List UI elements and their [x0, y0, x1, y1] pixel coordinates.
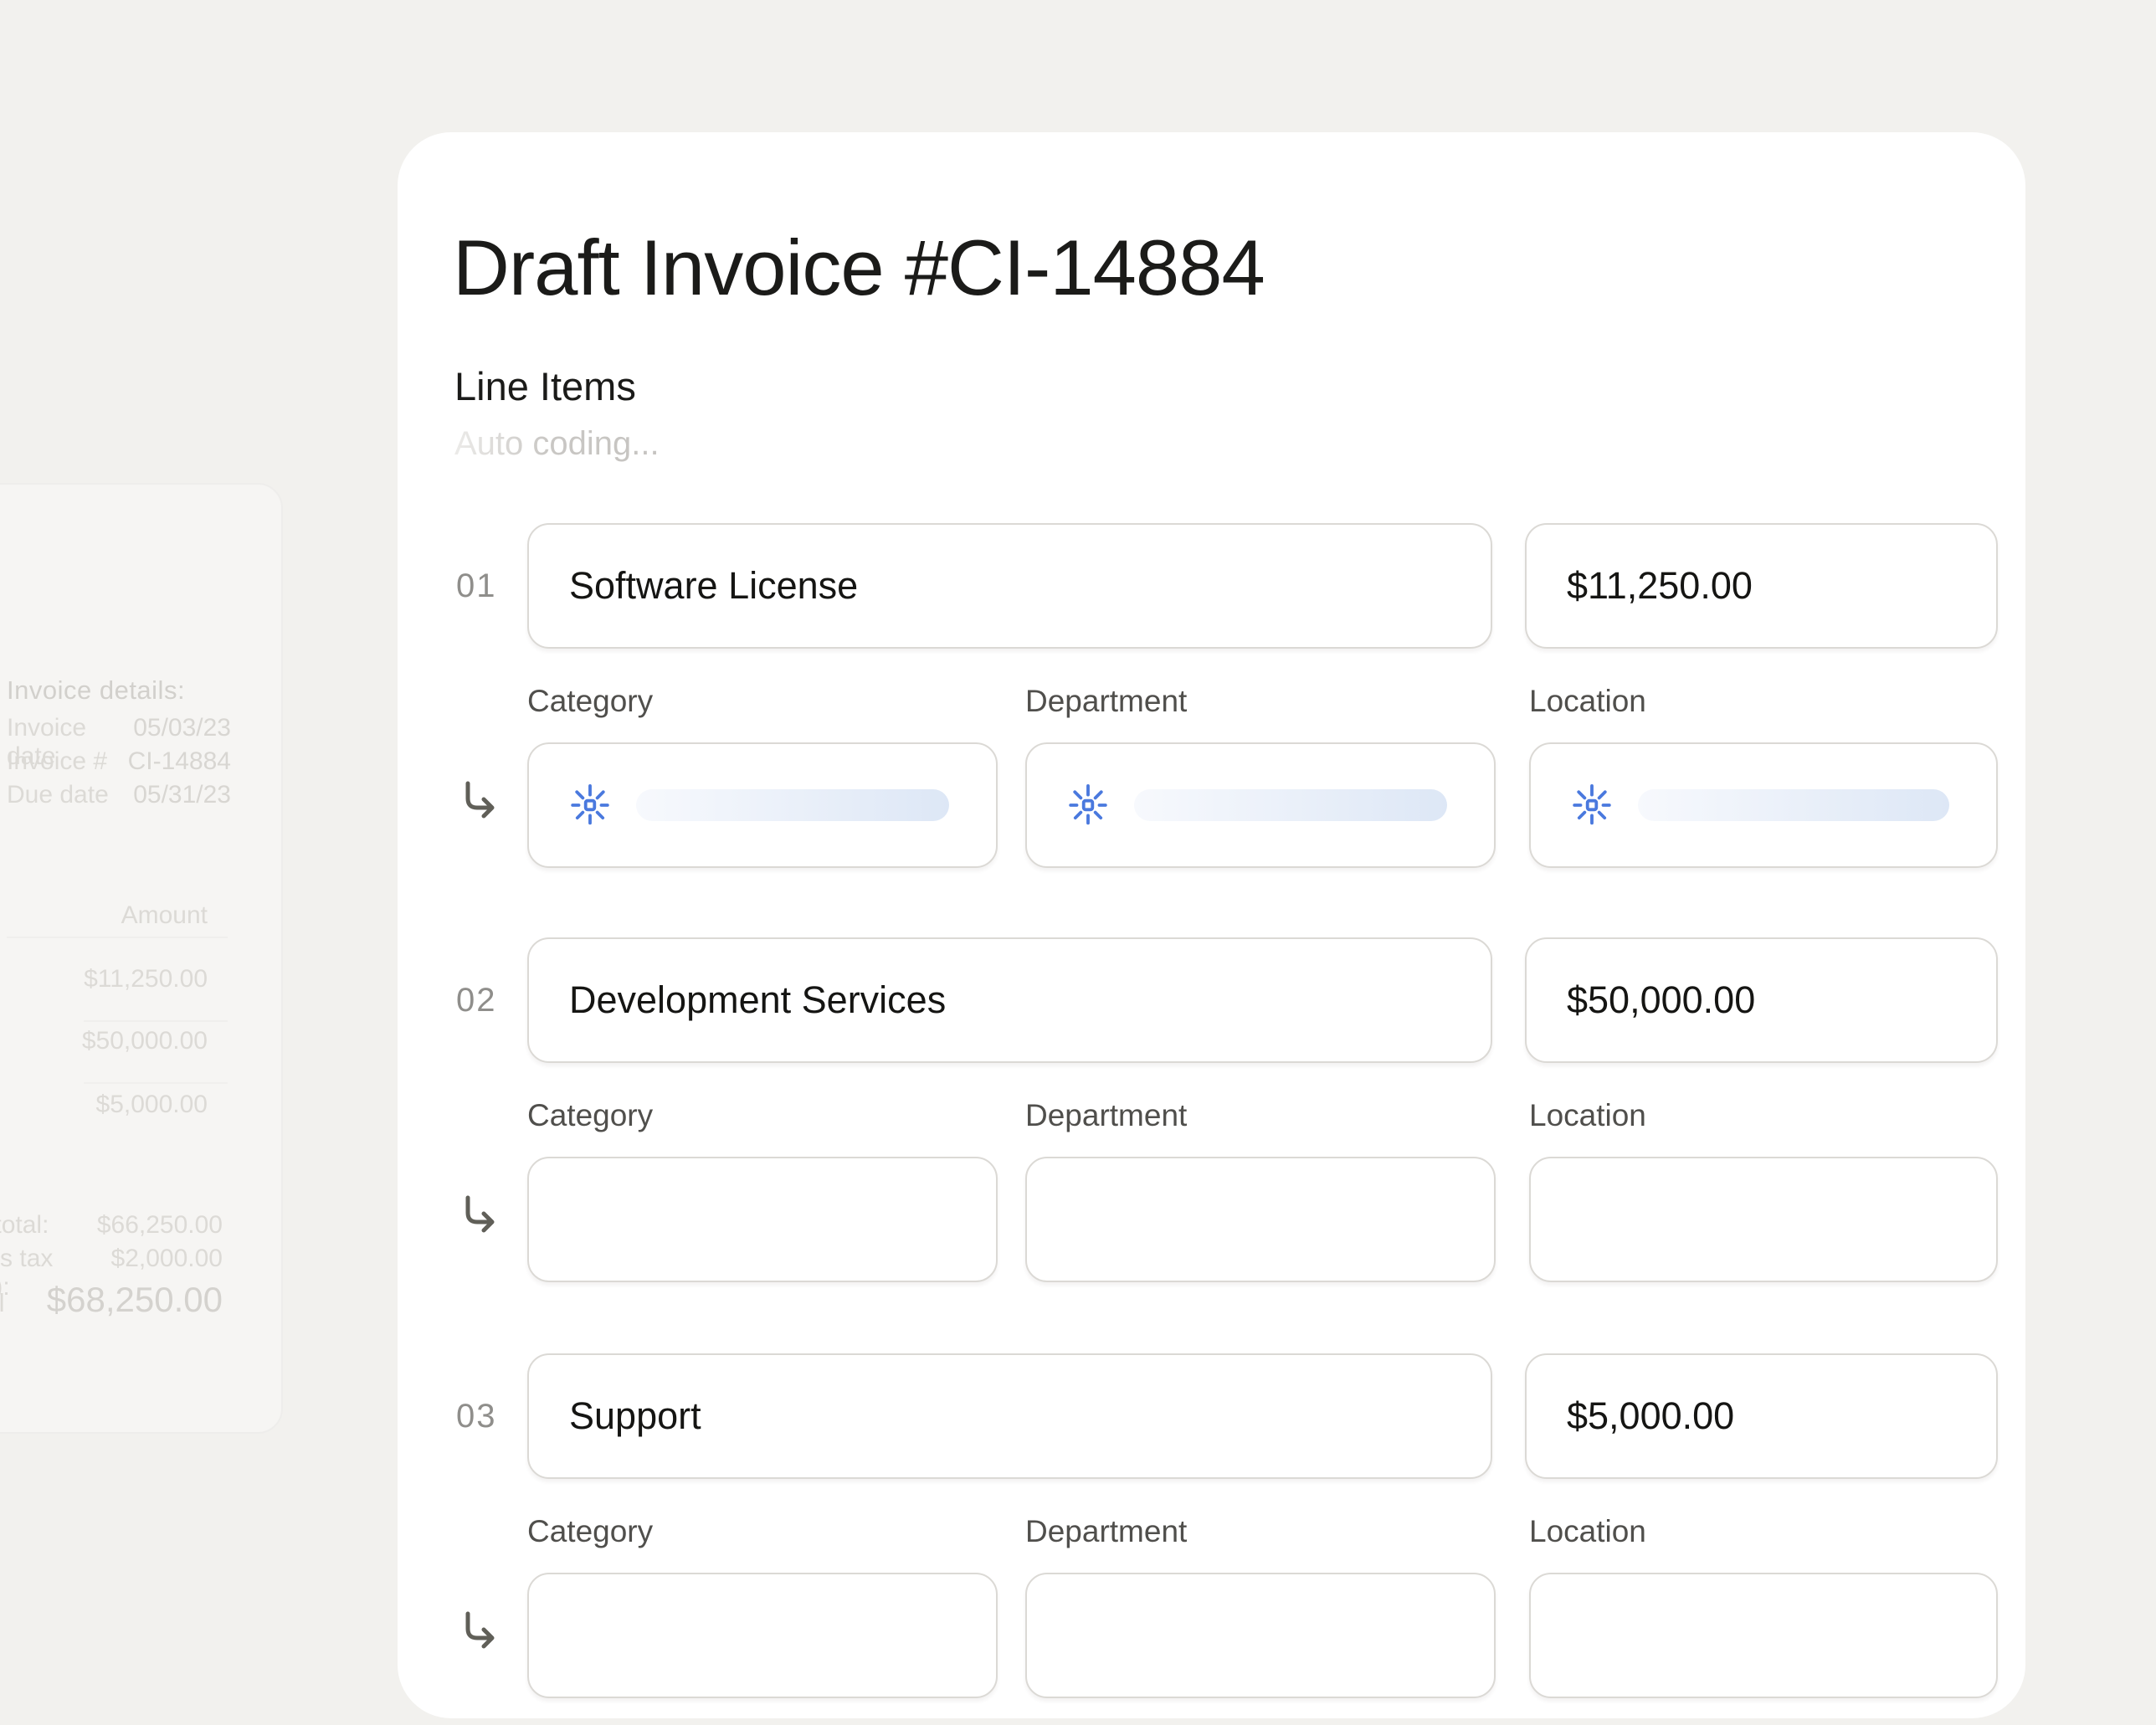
- item-amount-value: $50,000.00: [1567, 978, 1755, 1022]
- nested-row-arrow-icon: [459, 781, 498, 824]
- item-name-field[interactable]: Support: [527, 1353, 1492, 1479]
- location-label: Location: [1529, 1098, 1646, 1133]
- item-name-field[interactable]: Software License: [527, 523, 1492, 649]
- invoice-details-heading: Invoice details:: [7, 675, 185, 706]
- loading-shimmer-bar: [636, 789, 949, 821]
- item-number: 03: [456, 1353, 520, 1479]
- amount-value-3: $5,000.00: [96, 1091, 208, 1119]
- total-due-value: $68,250.00: [47, 1280, 223, 1320]
- amount-column-header: Amount: [121, 901, 208, 930]
- total-due-label: Total due:: [0, 1288, 47, 1348]
- subtotal-label: Subtotal:: [0, 1211, 49, 1240]
- invoice-number-value: CI-14884: [128, 747, 231, 776]
- subtotal-row: Subtotal: $66,250.00: [0, 1211, 223, 1243]
- item-name-value: Software License: [569, 564, 858, 608]
- line-items-heading: Line Items: [454, 363, 636, 409]
- category-field-loading[interactable]: [527, 742, 998, 868]
- item-name-value: Development Services: [569, 978, 946, 1022]
- category-field-empty[interactable]: [527, 1573, 998, 1698]
- item-amount-value: $5,000.00: [1567, 1394, 1734, 1438]
- department-label: Department: [1025, 1514, 1187, 1549]
- category-label: Category: [527, 1514, 653, 1549]
- due-date-value: 05/31/23: [133, 781, 231, 809]
- location-field-empty[interactable]: [1529, 1157, 1998, 1282]
- ai-sparkle-icon: [567, 783, 613, 828]
- line-item-row: 03 Support $5,000.00 Category Department…: [398, 1353, 2025, 1713]
- department-field-empty[interactable]: [1025, 1157, 1496, 1282]
- invoice-date-row: Invoice date 05/03/23: [7, 714, 231, 744]
- line-item-row: 02 Development Services $50,000.00 Categ…: [398, 937, 2025, 1297]
- panel-divider: [7, 937, 228, 938]
- sales-tax-row: Sales tax (8%): $2,000.00: [0, 1245, 223, 1276]
- item-name-value: Support: [569, 1394, 701, 1438]
- auto-coding-status: Auto coding...: [454, 425, 660, 463]
- due-date-row: Due date 05/31/23: [7, 781, 231, 811]
- sales-tax-value: $2,000.00: [111, 1245, 223, 1273]
- draft-invoice-card: Draft Invoice #CI-14884 Line Items Auto …: [398, 132, 2025, 1718]
- panel-divider: [84, 1020, 228, 1022]
- item-amount-field[interactable]: $50,000.00: [1525, 937, 1998, 1063]
- invoice-number-label: Invoice #: [7, 747, 107, 776]
- invoice-details-panel: Invoice details: Invoice date 05/03/23 I…: [0, 483, 283, 1434]
- location-field-loading[interactable]: [1529, 742, 1998, 868]
- location-field-empty[interactable]: [1529, 1573, 1998, 1698]
- department-field-empty[interactable]: [1025, 1573, 1496, 1698]
- item-name-field[interactable]: Development Services: [527, 937, 1492, 1063]
- ai-sparkle-icon: [1569, 783, 1614, 828]
- nested-row-arrow-icon: [459, 1611, 498, 1655]
- amount-value-1: $11,250.00: [84, 965, 208, 993]
- department-field-loading[interactable]: [1025, 742, 1496, 868]
- page-title: Draft Invoice #CI-14884: [453, 223, 1265, 313]
- loading-shimmer-bar: [1638, 789, 1949, 821]
- invoice-date-value: 05/03/23: [133, 714, 231, 742]
- nested-row-arrow-icon: [459, 1195, 498, 1239]
- ai-sparkle-icon: [1065, 783, 1111, 828]
- location-label: Location: [1529, 1514, 1646, 1549]
- category-label: Category: [527, 1098, 653, 1133]
- department-label: Department: [1025, 1098, 1187, 1133]
- category-field-empty[interactable]: [527, 1157, 998, 1282]
- amount-value-2: $50,000.00: [82, 1027, 208, 1055]
- due-date-label: Due date: [7, 781, 109, 809]
- item-amount-field[interactable]: $5,000.00: [1525, 1353, 1998, 1479]
- location-label: Location: [1529, 684, 1646, 719]
- item-number: 01: [456, 523, 520, 649]
- item-number: 02: [456, 937, 520, 1063]
- invoice-number-row: Invoice # CI-14884: [7, 747, 231, 778]
- department-label: Department: [1025, 684, 1187, 719]
- category-label: Category: [527, 684, 653, 719]
- panel-divider: [84, 1082, 228, 1084]
- item-amount-field[interactable]: $11,250.00: [1525, 523, 1998, 649]
- loading-shimmer-bar: [1134, 789, 1447, 821]
- subtotal-value: $66,250.00: [97, 1211, 223, 1240]
- total-due-row: Total due: $68,250.00: [0, 1280, 223, 1312]
- item-amount-value: $11,250.00: [1567, 564, 1753, 608]
- line-item-row: 01 Software License $11,250.00 Category …: [398, 523, 2025, 883]
